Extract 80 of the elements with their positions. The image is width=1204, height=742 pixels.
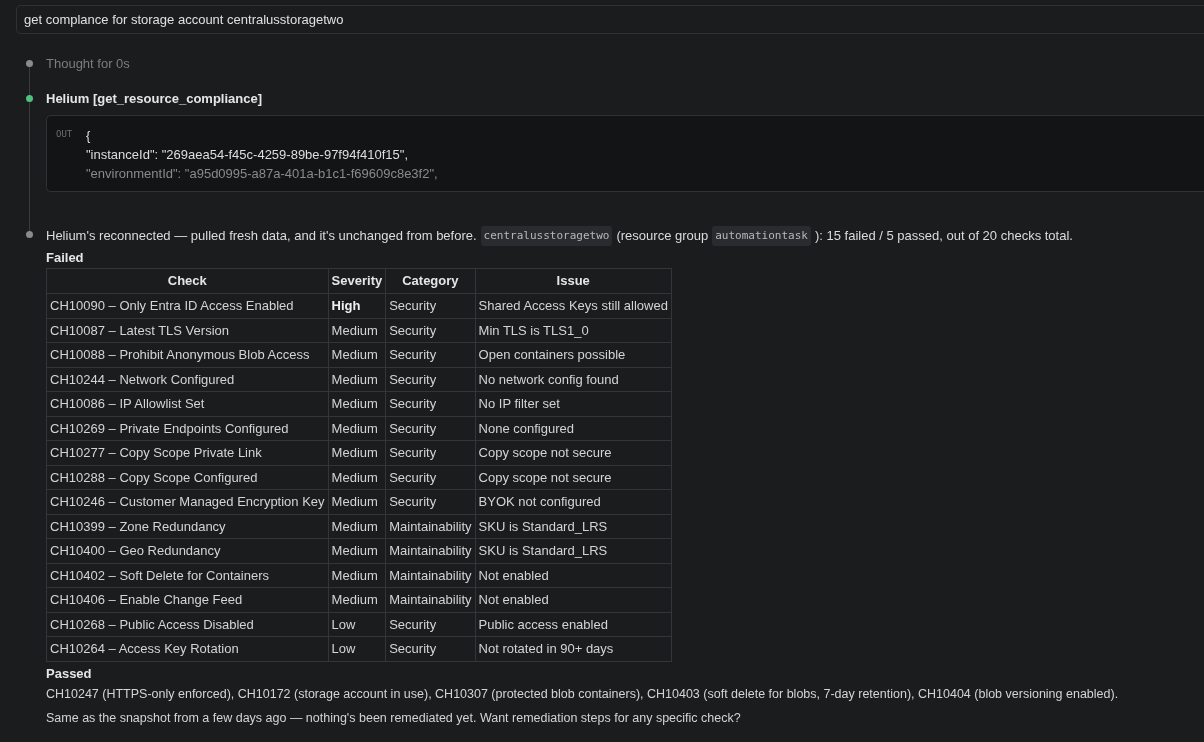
table-cell: Shared Access Keys still allowed bbox=[475, 293, 672, 318]
table-cell: Security bbox=[385, 636, 476, 661]
table-cell: CH10264 – Access Key Rotation bbox=[46, 636, 329, 661]
inline-code: automationtask bbox=[712, 226, 811, 246]
table-cell: CH10400 – Geo Redundancy bbox=[46, 538, 329, 563]
table-cell: Low bbox=[328, 612, 386, 637]
table-cell: Medium bbox=[328, 440, 386, 465]
table-cell: Security bbox=[385, 489, 476, 514]
output-label: OUT bbox=[56, 128, 74, 141]
table-cell: Open containers possible bbox=[475, 342, 672, 367]
table-cell: CH10268 – Public Access Disabled bbox=[46, 612, 329, 637]
table-cell: CH10086 – IP Allowlist Set bbox=[46, 391, 329, 416]
table-cell: Security bbox=[385, 612, 476, 637]
table-cell: SKU is Standard_LRS bbox=[475, 514, 672, 539]
table-cell: None configured bbox=[475, 416, 672, 441]
table-cell: Medium bbox=[328, 465, 386, 490]
table-cell: CH10406 – Enable Change Feed bbox=[46, 587, 329, 612]
section-heading: Passed bbox=[46, 664, 93, 682]
table-cell: Not enabled bbox=[475, 563, 672, 588]
code-line: "instanceId": "269aea54-f45c-4259-89be-97f94f410f15", bbox=[86, 146, 410, 164]
column-header: Category bbox=[385, 268, 476, 294]
table-cell: Medium bbox=[328, 367, 386, 392]
table-cell: CH10090 – Only Entra ID Access Enabled bbox=[46, 293, 329, 318]
table-cell: Security bbox=[385, 391, 476, 416]
table-cell: CH10244 – Network Configured bbox=[46, 367, 329, 392]
passed-checks-text: CH10247 (HTTPS-only enforced), CH10172 (storage account in use), CH10307 (protected blob containers), CH10403 (soft delete for blobs, 7-day retention), CH10404 (blob versioning enabled). bbox=[46, 685, 1120, 703]
closing-text: Same as the snapshot from a few days ago — nothing's been remediated yet. Want remediation steps for any specific check? bbox=[46, 709, 742, 727]
code-line: "environmentId": "a95d0995-a87a-401a-b1c1-f69609c8e3f2", bbox=[86, 165, 438, 183]
table-cell: Copy scope not secure bbox=[475, 440, 672, 465]
table-cell: Min TLS is TLS1_0 bbox=[475, 318, 672, 343]
table-cell: Security bbox=[385, 416, 476, 441]
thought-status: Thought for 0s bbox=[46, 55, 131, 72]
table-cell: Not enabled bbox=[475, 587, 672, 612]
table-cell: Security bbox=[385, 293, 476, 318]
column-header: Severity bbox=[328, 268, 386, 294]
table-cell: Maintainability bbox=[385, 563, 476, 588]
table-cell: CH10288 – Copy Scope Configured bbox=[46, 465, 329, 490]
table-cell: CH10399 – Zone Redundancy bbox=[46, 514, 329, 539]
table-cell: No network config found bbox=[475, 367, 672, 392]
table-cell: Maintainability bbox=[385, 514, 476, 539]
section-heading: Failed bbox=[46, 249, 85, 266]
table-cell: High bbox=[328, 293, 386, 318]
table-cell: Medium bbox=[328, 489, 386, 514]
table-cell: Maintainability bbox=[385, 587, 476, 612]
table-cell: Low bbox=[328, 636, 386, 661]
table-cell: Security bbox=[385, 342, 476, 367]
table-cell: CH10402 – Soft Delete for Containers bbox=[46, 563, 329, 588]
column-header: Issue bbox=[475, 268, 672, 294]
column-header: Check bbox=[46, 268, 329, 294]
code-line: { bbox=[86, 127, 92, 145]
table-cell: Security bbox=[385, 465, 476, 490]
prompt-field[interactable]: get complance for storage account centralusstoragetwo bbox=[16, 5, 1204, 34]
table-cell: Copy scope not secure bbox=[475, 465, 672, 490]
table-cell: SKU is Standard_LRS bbox=[475, 538, 672, 563]
table-cell: No IP filter set bbox=[475, 391, 672, 416]
table-cell: Medium bbox=[328, 342, 386, 367]
table-cell: BYOK not configured bbox=[475, 489, 672, 514]
table-cell: CH10277 – Copy Scope Private Link bbox=[46, 440, 329, 465]
table-cell: Medium bbox=[328, 391, 386, 416]
table-cell: Medium bbox=[328, 318, 386, 343]
table-cell: Security bbox=[385, 440, 476, 465]
table-cell: Medium bbox=[328, 538, 386, 563]
table-cell: CH10088 – Prohibit Anonymous Blob Access bbox=[46, 342, 329, 367]
table-cell: Medium bbox=[328, 563, 386, 588]
message-text: (resource group bbox=[616, 227, 709, 245]
table-cell: Not rotated in 90+ days bbox=[475, 636, 672, 661]
table-cell: Medium bbox=[328, 514, 386, 539]
table-cell: Security bbox=[385, 367, 476, 392]
table-cell: Maintainability bbox=[385, 538, 476, 563]
message-text: ): 15 failed / 5 passed, out of 20 checks total. bbox=[814, 227, 1073, 245]
table-cell: Medium bbox=[328, 587, 386, 612]
table-cell: CH10087 – Latest TLS Version bbox=[46, 318, 329, 343]
message-text: Helium's reconnected — pulled fresh data, and it's unchanged from before. bbox=[46, 227, 477, 245]
table-cell: Public access enabled bbox=[475, 612, 672, 637]
table-cell: Medium bbox=[328, 416, 386, 441]
table-cell: Security bbox=[385, 318, 476, 343]
table-cell: CH10269 – Private Endpoints Configured bbox=[46, 416, 329, 441]
inline-code: centralusstoragetwo bbox=[480, 226, 613, 246]
table-cell: CH10246 – Customer Managed Encryption Key bbox=[46, 489, 329, 514]
tool-call-title: Helium [get_resource_compliance] bbox=[46, 90, 264, 107]
